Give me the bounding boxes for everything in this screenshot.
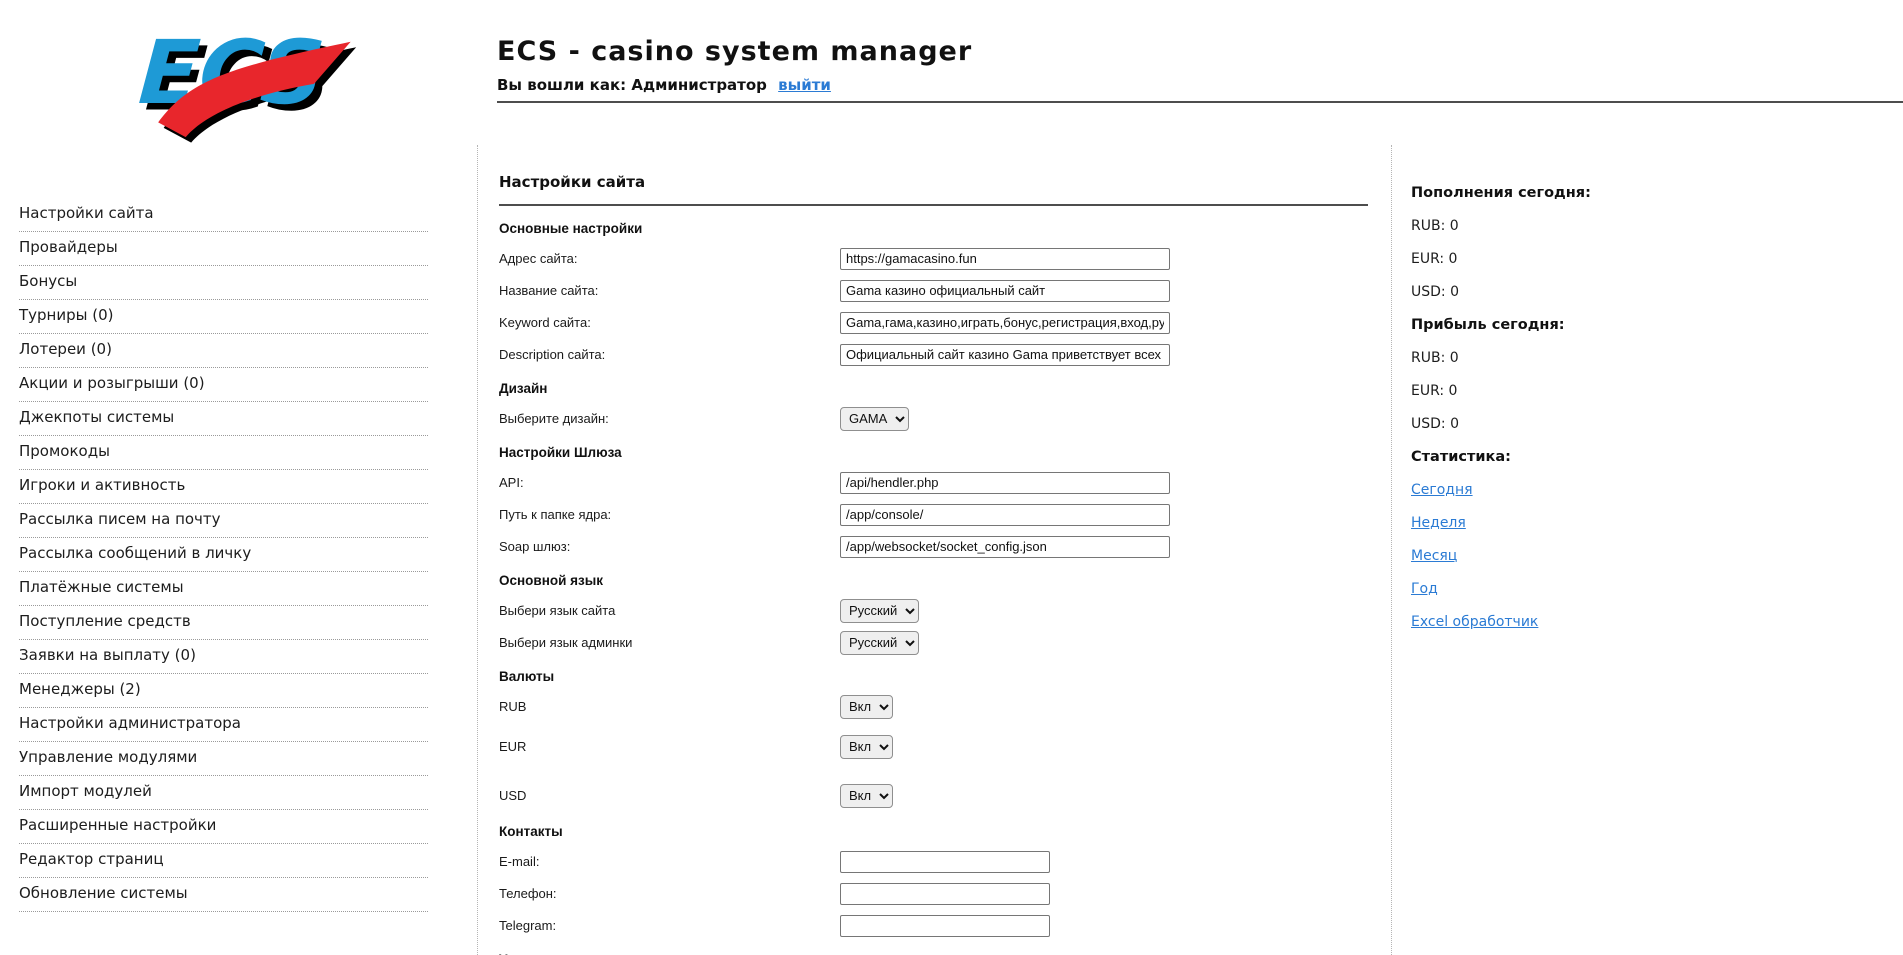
sidebar-item-pm-broadcast[interactable]: Рассылка сообщений в личку — [19, 538, 428, 572]
site-url-input[interactable] — [840, 248, 1170, 270]
field-label: Выбери язык админки — [499, 635, 840, 650]
field-label: Адрес сайта: — [499, 251, 840, 266]
field-row-site-url: Адрес сайта: — [499, 247, 1368, 270]
field-label: RUB — [499, 699, 840, 714]
soap-gateway-input[interactable] — [840, 536, 1170, 558]
sidebar-item-incoming-funds[interactable]: Поступление средств — [19, 606, 428, 640]
deposits-usd-value: USD: 0 — [1411, 284, 1893, 300]
email-input[interactable] — [840, 851, 1050, 873]
sidebar-item-module-manage[interactable]: Управление модулями — [19, 742, 428, 776]
statistics-title: Статистика: — [1411, 449, 1893, 465]
logged-in-status: Вы вошли как: Администратор выйти — [497, 76, 831, 94]
sidebar-item-payout-requests[interactable]: Заявки на выплату (0) — [19, 640, 428, 674]
field-label: Выберите дизайн: — [499, 411, 840, 426]
stats-link-today[interactable]: Сегодня — [1411, 482, 1893, 498]
site-language-select[interactable]: Русский — [840, 599, 919, 623]
stats-link-month[interactable]: Месяц — [1411, 548, 1893, 564]
field-row-rub: RUB Вкл — [499, 695, 1368, 718]
deposits-rub-value: RUB: 0 — [1411, 218, 1893, 234]
panel-title: Настройки сайта — [499, 173, 1368, 206]
sidebar-item-tournaments[interactable]: Турниры (0) — [19, 300, 428, 334]
deposits-today-title: Пополнения сегодня: — [1411, 185, 1893, 201]
field-row-telegram: Telegram: — [499, 914, 1368, 937]
site-description-input[interactable] — [840, 344, 1170, 366]
sidebar-nav: Настройки сайта Провайдеры Бонусы Турнир… — [19, 198, 428, 912]
header-divider — [497, 101, 1903, 103]
stats-link-excel[interactable]: Excel обработчик — [1411, 614, 1893, 630]
profit-usd-value: USD: 0 — [1411, 416, 1893, 432]
field-label: Description сайта: — [499, 347, 840, 362]
field-row-design: Выберите дизайн: GAMA — [499, 407, 1368, 430]
sidebar-item-promotions[interactable]: Акции и розыгрыши (0) — [19, 368, 428, 402]
field-label: E-mail: — [499, 854, 840, 869]
sidebar-item-site-settings[interactable]: Настройки сайта — [19, 198, 428, 232]
field-label: API: — [499, 475, 840, 490]
sidebar-item-payment-systems[interactable]: Платёжные системы — [19, 572, 428, 606]
sidebar-item-lotteries[interactable]: Лотереи (0) — [19, 334, 428, 368]
sidebar-item-module-import[interactable]: Импорт модулей — [19, 776, 428, 810]
sidebar-item-providers[interactable]: Провайдеры — [19, 232, 428, 266]
profit-today-title: Прибыль сегодня: — [1411, 317, 1893, 333]
sidebar-item-jackpots[interactable]: Джекпоты системы — [19, 402, 428, 436]
api-input[interactable] — [840, 472, 1170, 494]
deposits-eur-value: EUR: 0 — [1411, 251, 1893, 267]
site-name-input[interactable] — [840, 280, 1170, 302]
usd-select[interactable]: Вкл — [840, 784, 893, 808]
field-row-api: API: — [499, 471, 1368, 494]
field-label: Keyword сайта: — [499, 315, 840, 330]
field-label: Soap шлюз: — [499, 539, 840, 554]
section-header-contacts: Контакты — [499, 824, 1368, 841]
field-row-email: E-mail: — [499, 850, 1368, 873]
core-path-input[interactable] — [840, 504, 1170, 526]
app-logo: ECS ECS — [138, 12, 358, 154]
section-header-gateway: Настройки Шлюза — [499, 445, 1368, 462]
field-row-description: Description сайта: — [499, 343, 1368, 366]
sidebar-item-managers[interactable]: Менеджеры (2) — [19, 674, 428, 708]
profit-eur-value: EUR: 0 — [1411, 383, 1893, 399]
app-title: ECS - casino system manager — [497, 36, 972, 67]
sidebar-item-promocodes[interactable]: Промокоды — [19, 436, 428, 470]
field-row-keywords: Keyword сайта: — [499, 311, 1368, 334]
field-row-core-path: Путь к папке ядра: — [499, 503, 1368, 526]
section-header-design: Дизайн — [499, 381, 1368, 398]
logout-link[interactable]: выйти — [778, 76, 831, 94]
field-row-admin-language: Выбери язык админки Русский — [499, 631, 1368, 654]
field-label: Telegram: — [499, 918, 840, 933]
section-header-general: Основные настройки — [499, 221, 1368, 238]
section-header-language: Основной язык — [499, 573, 1368, 590]
sidebar-item-admin-settings[interactable]: Настройки администратора — [19, 708, 428, 742]
logged-in-label: Вы вошли как: Администратор — [497, 76, 767, 94]
stats-link-year[interactable]: Год — [1411, 581, 1893, 597]
field-row-site-name: Название сайта: — [499, 279, 1368, 302]
sidebar-item-players[interactable]: Игроки и активность — [19, 470, 428, 504]
sidebar-item-system-update[interactable]: Обновление системы — [19, 878, 428, 912]
admin-language-select[interactable]: Русский — [840, 631, 919, 655]
field-label: EUR — [499, 739, 840, 754]
rub-select[interactable]: Вкл — [840, 695, 893, 719]
site-keywords-input[interactable] — [840, 312, 1170, 334]
phone-input[interactable] — [840, 883, 1050, 905]
design-select[interactable]: GAMA — [840, 407, 909, 431]
eur-select[interactable]: Вкл — [840, 735, 893, 759]
field-label: USD — [499, 788, 840, 803]
sidebar-item-bonuses[interactable]: Бонусы — [19, 266, 428, 300]
profit-rub-value: RUB: 0 — [1411, 350, 1893, 366]
field-label: Выбери язык сайта — [499, 603, 840, 618]
stats-sidebar: Пополнения сегодня: RUB: 0 EUR: 0 USD: 0… — [1392, 145, 1903, 955]
sidebar-item-page-editor[interactable]: Редактор страниц — [19, 844, 428, 878]
sidebar-item-email-broadcast[interactable]: Рассылка писем на почту — [19, 504, 428, 538]
field-label: Телефон: — [499, 886, 840, 901]
field-label: Путь к папке ядра: — [499, 507, 840, 522]
section-header-currencies: Валюты — [499, 669, 1368, 686]
site-settings-panel: Настройки сайта Основные настройки Адрес… — [477, 145, 1392, 955]
field-row-site-language: Выбери язык сайта Русский — [499, 599, 1368, 622]
field-row-phone: Телефон: — [499, 882, 1368, 905]
field-row-soap: Soap шлюз: — [499, 535, 1368, 558]
field-row-usd: USD Вкл — [499, 784, 1368, 807]
sidebar-item-advanced[interactable]: Расширенные настройки — [19, 810, 428, 844]
stats-link-week[interactable]: Неделя — [1411, 515, 1893, 531]
field-row-eur: EUR Вкл — [499, 735, 1368, 758]
telegram-input[interactable] — [840, 915, 1050, 937]
field-label: Название сайта: — [499, 283, 840, 298]
